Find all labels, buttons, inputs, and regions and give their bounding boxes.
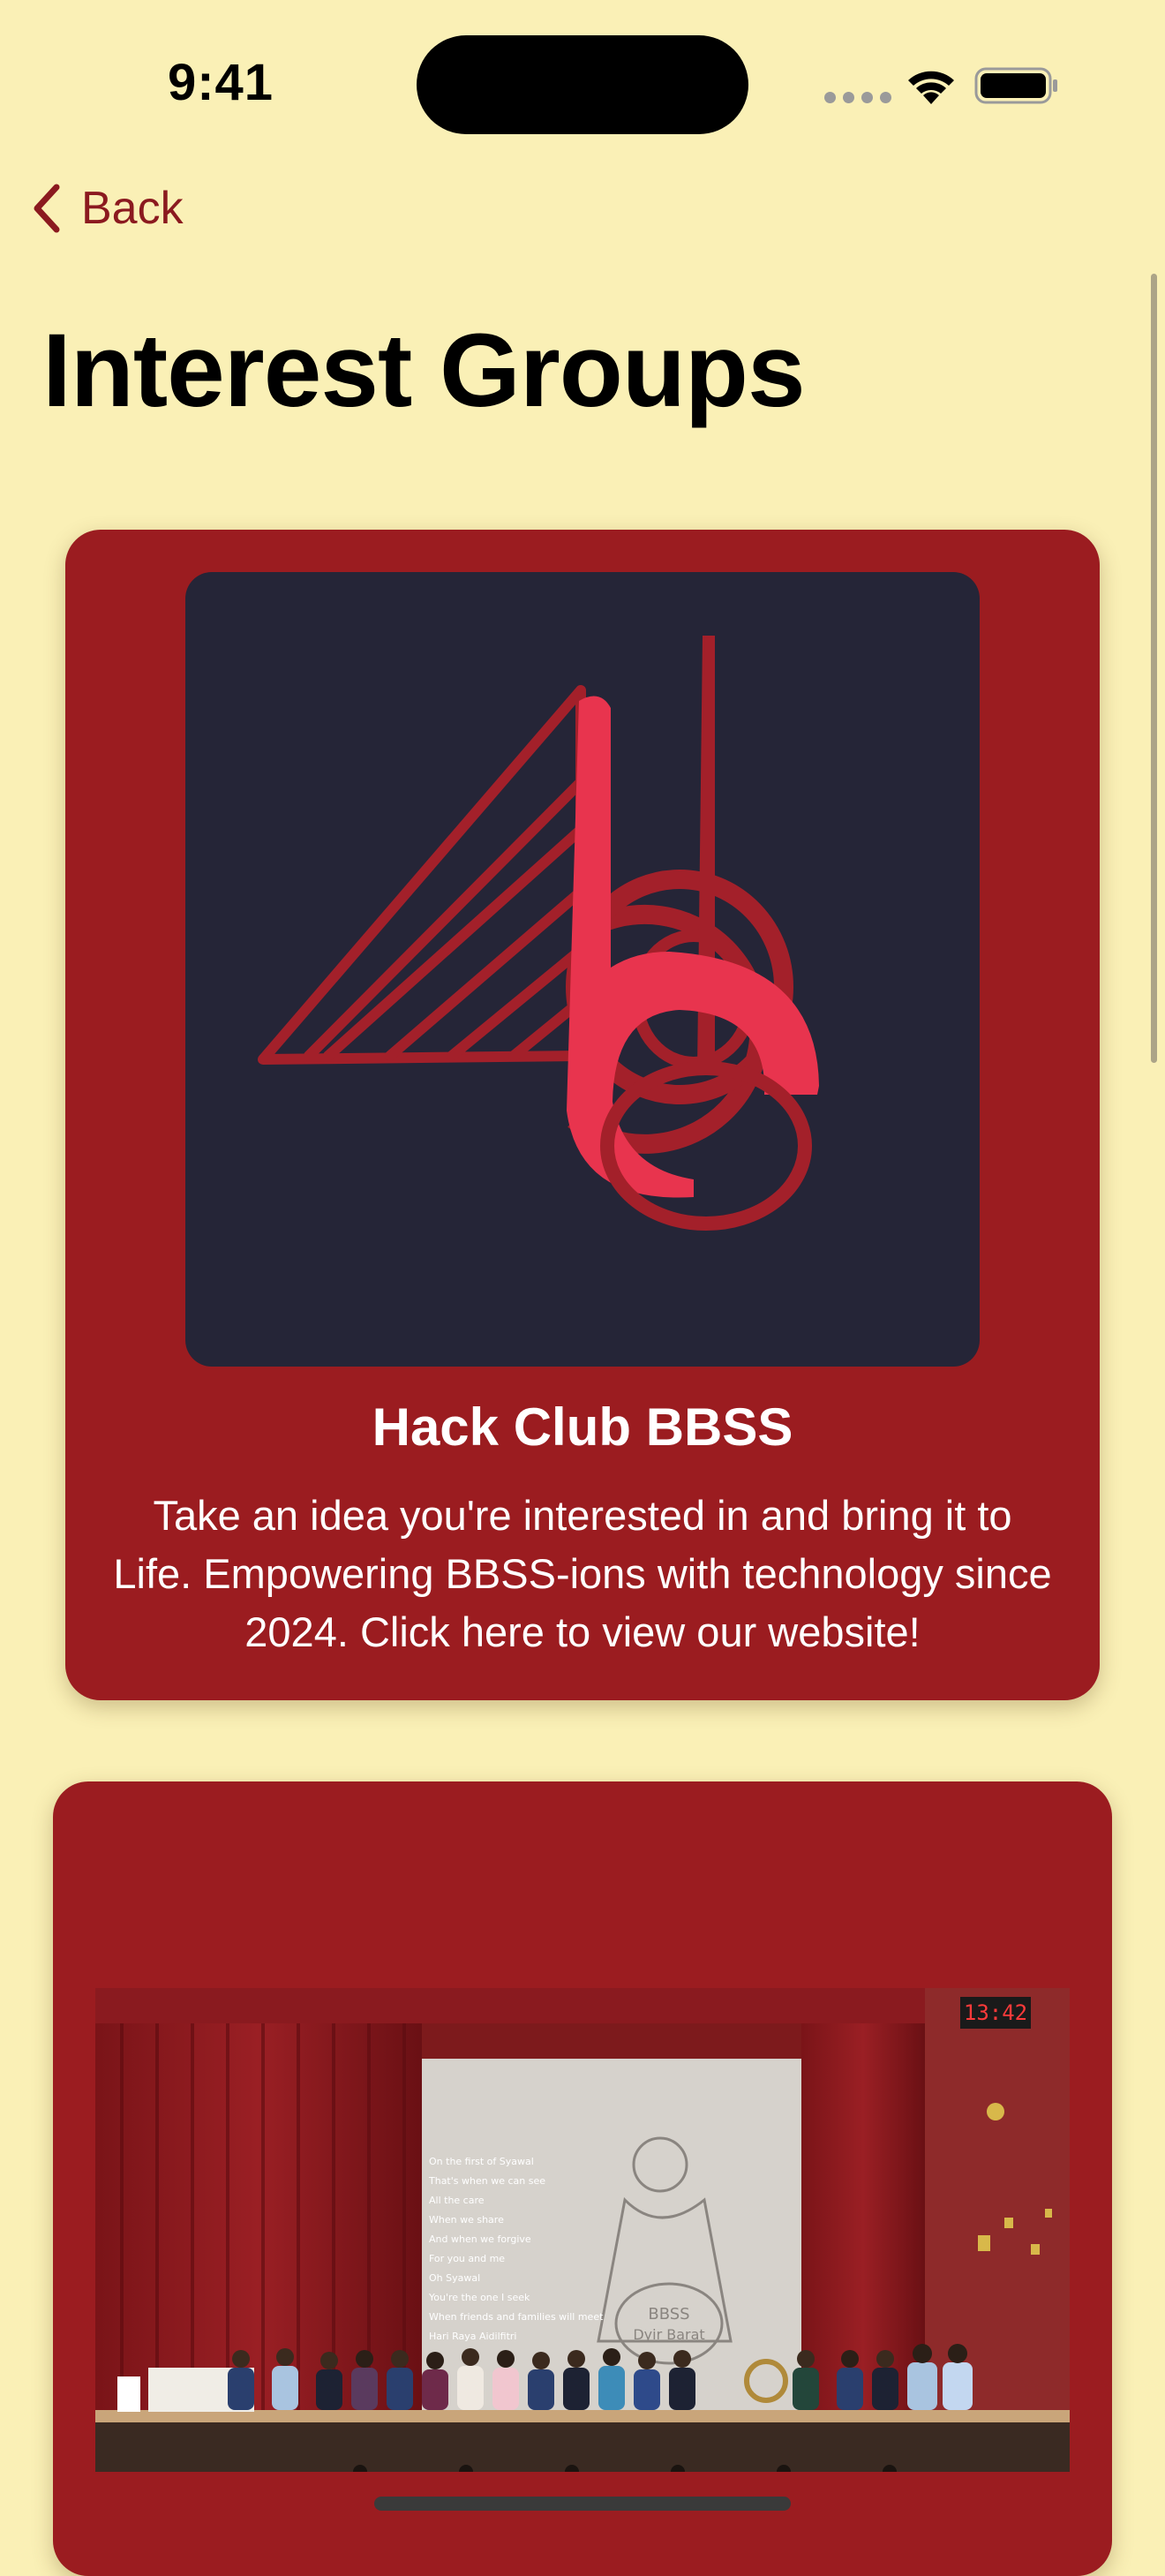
lyric-line: Oh Syawal: [429, 2272, 480, 2284]
lyric-line: And when we forgive: [429, 2233, 531, 2245]
lyric-line: That's when we can see: [428, 2175, 545, 2187]
card-title: Hack Club BBSS: [372, 1397, 793, 1457]
back-button[interactable]: Back: [32, 177, 184, 240]
wifi-icon: [908, 71, 954, 104]
lyric-line: When we share: [429, 2214, 504, 2226]
signal-dots-icon: [824, 92, 891, 103]
lyric-line: All the care: [429, 2195, 485, 2206]
lyric-line: When friends and families will meet: [429, 2311, 604, 2323]
interest-group-card-hack-club[interactable]: Hack Club BBSS Take an idea you're inter…: [65, 530, 1100, 1700]
page-title: Interest Groups: [42, 313, 806, 429]
home-indicator[interactable]: [374, 2497, 791, 2511]
card-description: Take an idea you're interested in and br…: [113, 1492, 1052, 1655]
screen-logo-line2: Dyir Barat: [633, 2326, 704, 2343]
back-label: Back: [81, 183, 184, 234]
photo-clock: 13:42: [964, 2000, 1027, 2025]
screen-logo-line1: BBSS: [648, 2305, 689, 2324]
dynamic-island: [417, 35, 748, 134]
chevron-left-icon: [34, 184, 60, 233]
lyric-line: You're the one I seek: [428, 2292, 530, 2303]
stage-performance-photo: BBSS Dyir Barat On the first of Syawal T…: [95, 1988, 1070, 2472]
lyric-line: Hari Raya Aidilfitri: [429, 2331, 516, 2342]
status-time: 9:41: [167, 54, 274, 111]
hack-club-logo: [185, 572, 980, 1367]
interest-group-card-2[interactable]: BBSS Dyir Barat On the first of Syawal T…: [53, 1781, 1112, 2576]
battery-icon: [974, 67, 1057, 104]
lyric-line: For you and me: [429, 2253, 505, 2264]
lyric-line: On the first of Syawal: [429, 2156, 534, 2167]
scroll-indicator: [1151, 274, 1157, 1063]
